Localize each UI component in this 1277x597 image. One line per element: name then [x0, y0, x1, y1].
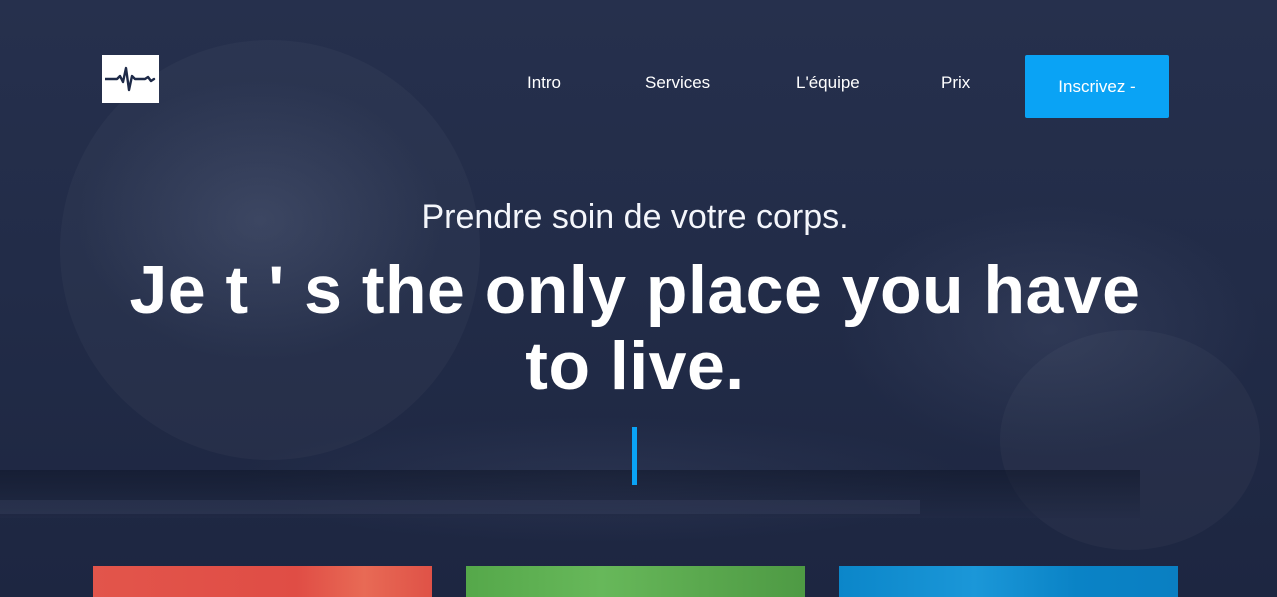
feature-card-blue[interactable]	[839, 566, 1178, 597]
signup-button[interactable]: Inscrivez -	[1025, 55, 1169, 118]
accent-divider	[632, 427, 637, 485]
feature-card-red[interactable]	[93, 566, 432, 597]
nav-item-intro[interactable]: Intro	[527, 73, 561, 93]
heartbeat-icon	[105, 66, 156, 92]
site-logo[interactable]	[102, 55, 159, 103]
hero-title: Je t ' s the only place you have to live…	[129, 252, 1141, 404]
hero-subtitle: Prendre soin de votre corps.	[421, 198, 849, 236]
nav-item-services[interactable]: Services	[645, 73, 710, 93]
nav-item-team[interactable]: L'équipe	[796, 73, 860, 93]
hero-section: Intro Services L'équipe Prix Inscrivez -…	[0, 0, 1277, 597]
background-bench-edge	[0, 500, 920, 514]
nav-item-pricing[interactable]: Prix	[941, 73, 970, 93]
feature-card-green[interactable]	[466, 566, 805, 597]
